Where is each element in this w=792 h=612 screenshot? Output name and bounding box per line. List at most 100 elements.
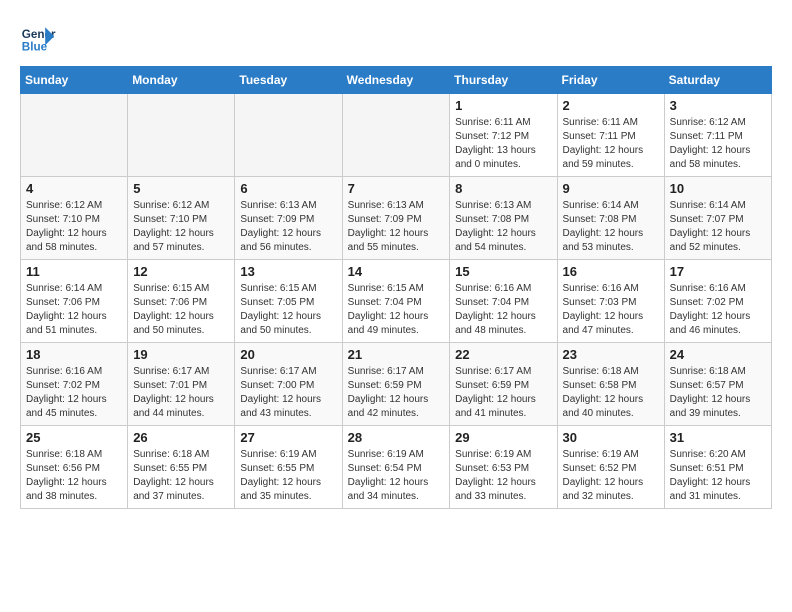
day-number: 22	[455, 347, 551, 362]
day-number: 15	[455, 264, 551, 279]
day-info: Sunrise: 6:18 AM Sunset: 6:56 PM Dayligh…	[26, 448, 122, 504]
day-info: Sunrise: 6:13 AM Sunset: 7:09 PM Dayligh…	[240, 199, 336, 255]
day-number: 23	[563, 347, 659, 362]
calendar-week-row: 25 Sunrise: 6:18 AM Sunset: 6:56 PM Dayli…	[21, 426, 772, 509]
day-number: 18	[26, 347, 122, 362]
day-number: 29	[455, 430, 551, 445]
calendar-cell: 21 Sunrise: 6:17 AM Sunset: 6:59 PM Dayli…	[342, 343, 450, 426]
calendar-cell	[128, 94, 235, 177]
calendar-week-row: 18 Sunrise: 6:16 AM Sunset: 7:02 PM Dayli…	[21, 343, 772, 426]
calendar-cell: 15 Sunrise: 6:16 AM Sunset: 7:04 PM Dayli…	[450, 260, 557, 343]
day-number: 19	[133, 347, 229, 362]
column-header-thursday: Thursday	[450, 67, 557, 94]
calendar-cell: 7 Sunrise: 6:13 AM Sunset: 7:09 PM Daylig…	[342, 177, 450, 260]
day-info: Sunrise: 6:12 AM Sunset: 7:10 PM Dayligh…	[133, 199, 229, 255]
day-number: 3	[670, 98, 766, 113]
day-number: 2	[563, 98, 659, 113]
calendar-cell: 27Sunrise: 6:19 AM Sunset: 6:55 PM Dayli…	[235, 426, 342, 509]
day-number: 11	[26, 264, 122, 279]
calendar-cell: 25 Sunrise: 6:18 AM Sunset: 6:56 PM Dayli…	[21, 426, 128, 509]
calendar-cell: 5Sunrise: 6:12 AM Sunset: 7:10 PM Daylig…	[128, 177, 235, 260]
day-info: Sunrise: 6:13 AM Sunset: 7:08 PM Dayligh…	[455, 199, 551, 255]
day-info: Sunrise: 6:15 AM Sunset: 7:06 PM Dayligh…	[133, 282, 229, 338]
calendar-cell: 4 Sunrise: 6:12 AM Sunset: 7:10 PM Daylig…	[21, 177, 128, 260]
logo[interactable]: General Blue	[20, 20, 56, 56]
calendar-cell: 10Sunrise: 6:14 AM Sunset: 7:07 PM Dayli…	[664, 177, 771, 260]
day-info: Sunrise: 6:18 AM Sunset: 6:57 PM Dayligh…	[670, 365, 766, 421]
day-info: Sunrise: 6:16 AM Sunset: 7:02 PM Dayligh…	[670, 282, 766, 338]
column-header-saturday: Saturday	[664, 67, 771, 94]
calendar-cell: 24 Sunrise: 6:18 AM Sunset: 6:57 PM Dayli…	[664, 343, 771, 426]
day-number: 25	[26, 430, 122, 445]
day-number: 28	[348, 430, 445, 445]
calendar-cell: 26 Sunrise: 6:18 AM Sunset: 6:55 PM Dayli…	[128, 426, 235, 509]
day-number: 16	[563, 264, 659, 279]
calendar-cell: 23Sunrise: 6:18 AM Sunset: 6:58 PM Dayli…	[557, 343, 664, 426]
day-info: Sunrise: 6:15 AM Sunset: 7:04 PM Dayligh…	[348, 282, 445, 338]
day-number: 21	[348, 347, 445, 362]
day-number: 1	[455, 98, 551, 113]
day-number: 7	[348, 181, 445, 196]
day-info: Sunrise: 6:17 AM Sunset: 6:59 PM Dayligh…	[455, 365, 551, 421]
day-number: 4	[26, 181, 122, 196]
calendar-cell: 8 Sunrise: 6:13 AM Sunset: 7:08 PM Daylig…	[450, 177, 557, 260]
page-header: General Blue	[20, 20, 772, 56]
day-number: 30	[563, 430, 659, 445]
day-number: 6	[240, 181, 336, 196]
day-number: 14	[348, 264, 445, 279]
calendar-cell: 1 Sunrise: 6:11 AM Sunset: 7:12 PM Daylig…	[450, 94, 557, 177]
day-number: 20	[240, 347, 336, 362]
day-info: Sunrise: 6:17 AM Sunset: 7:01 PM Dayligh…	[133, 365, 229, 421]
calendar-cell: 30Sunrise: 6:19 AM Sunset: 6:52 PM Dayli…	[557, 426, 664, 509]
day-info: Sunrise: 6:19 AM Sunset: 6:53 PM Dayligh…	[455, 448, 551, 504]
calendar-cell: 28 Sunrise: 6:19 AM Sunset: 6:54 PM Dayli…	[342, 426, 450, 509]
calendar-cell: 16 Sunrise: 6:16 AM Sunset: 7:03 PM Dayli…	[557, 260, 664, 343]
calendar-cell	[235, 94, 342, 177]
calendar-cell: 14 Sunrise: 6:15 AM Sunset: 7:04 PM Dayli…	[342, 260, 450, 343]
day-info: Sunrise: 6:20 AM Sunset: 6:51 PM Dayligh…	[670, 448, 766, 504]
calendar-cell: 20 Sunrise: 6:17 AM Sunset: 7:00 PM Dayli…	[235, 343, 342, 426]
day-info: Sunrise: 6:17 AM Sunset: 6:59 PM Dayligh…	[348, 365, 445, 421]
calendar-cell: 12 Sunrise: 6:15 AM Sunset: 7:06 PM Dayli…	[128, 260, 235, 343]
svg-text:Blue: Blue	[22, 41, 48, 54]
column-header-sunday: Sunday	[21, 67, 128, 94]
logo-icon: General Blue	[20, 20, 56, 56]
calendar-cell: 13Sunrise: 6:15 AM Sunset: 7:05 PM Dayli…	[235, 260, 342, 343]
day-info: Sunrise: 6:19 AM Sunset: 6:54 PM Dayligh…	[348, 448, 445, 504]
day-info: Sunrise: 6:12 AM Sunset: 7:10 PM Dayligh…	[26, 199, 122, 255]
day-number: 8	[455, 181, 551, 196]
day-info: Sunrise: 6:17 AM Sunset: 7:00 PM Dayligh…	[240, 365, 336, 421]
column-header-wednesday: Wednesday	[342, 67, 450, 94]
day-number: 31	[670, 430, 766, 445]
calendar-cell: 9Sunrise: 6:14 AM Sunset: 7:08 PM Daylig…	[557, 177, 664, 260]
calendar-cell: 11 Sunrise: 6:14 AM Sunset: 7:06 PM Dayli…	[21, 260, 128, 343]
calendar-cell: 3 Sunrise: 6:12 AM Sunset: 7:11 PM Daylig…	[664, 94, 771, 177]
day-number: 12	[133, 264, 229, 279]
day-info: Sunrise: 6:15 AM Sunset: 7:05 PM Dayligh…	[240, 282, 336, 338]
day-info: Sunrise: 6:13 AM Sunset: 7:09 PM Dayligh…	[348, 199, 445, 255]
calendar-cell: 18 Sunrise: 6:16 AM Sunset: 7:02 PM Dayli…	[21, 343, 128, 426]
calendar-table: SundayMondayTuesdayWednesdayThursdayFrid…	[20, 66, 772, 509]
day-info: Sunrise: 6:18 AM Sunset: 6:55 PM Dayligh…	[133, 448, 229, 504]
day-info: Sunrise: 6:14 AM Sunset: 7:07 PM Dayligh…	[670, 199, 766, 255]
day-info: Sunrise: 6:16 AM Sunset: 7:04 PM Dayligh…	[455, 282, 551, 338]
calendar-week-row: 4 Sunrise: 6:12 AM Sunset: 7:10 PM Daylig…	[21, 177, 772, 260]
day-number: 24	[670, 347, 766, 362]
calendar-cell: 17Sunrise: 6:16 AM Sunset: 7:02 PM Dayli…	[664, 260, 771, 343]
day-info: Sunrise: 6:11 AM Sunset: 7:12 PM Dayligh…	[455, 116, 551, 172]
calendar-week-row: 11 Sunrise: 6:14 AM Sunset: 7:06 PM Dayli…	[21, 260, 772, 343]
column-header-monday: Monday	[128, 67, 235, 94]
calendar-cell: 19 Sunrise: 6:17 AM Sunset: 7:01 PM Dayli…	[128, 343, 235, 426]
day-number: 9	[563, 181, 659, 196]
column-header-friday: Friday	[557, 67, 664, 94]
calendar-cell: 22 Sunrise: 6:17 AM Sunset: 6:59 PM Dayli…	[450, 343, 557, 426]
day-number: 26	[133, 430, 229, 445]
day-info: Sunrise: 6:12 AM Sunset: 7:11 PM Dayligh…	[670, 116, 766, 172]
day-info: Sunrise: 6:14 AM Sunset: 7:06 PM Dayligh…	[26, 282, 122, 338]
calendar-week-row: 1 Sunrise: 6:11 AM Sunset: 7:12 PM Daylig…	[21, 94, 772, 177]
day-info: Sunrise: 6:16 AM Sunset: 7:02 PM Dayligh…	[26, 365, 122, 421]
day-info: Sunrise: 6:11 AM Sunset: 7:11 PM Dayligh…	[563, 116, 659, 172]
calendar-cell: 6 Sunrise: 6:13 AM Sunset: 7:09 PM Daylig…	[235, 177, 342, 260]
day-number: 27	[240, 430, 336, 445]
day-info: Sunrise: 6:16 AM Sunset: 7:03 PM Dayligh…	[563, 282, 659, 338]
